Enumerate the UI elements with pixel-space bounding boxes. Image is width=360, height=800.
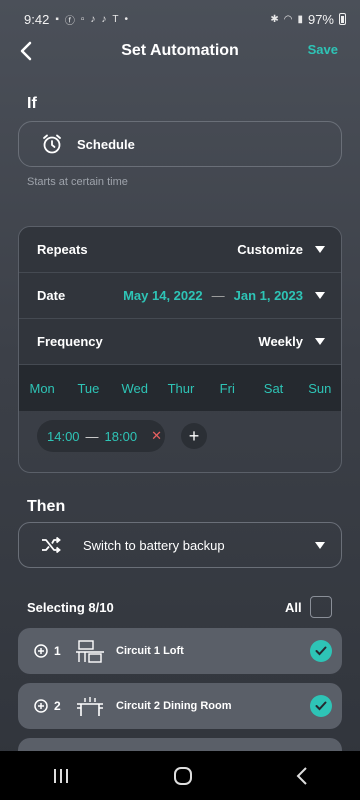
add-circle-icon[interactable]	[34, 699, 48, 713]
plus-icon: +	[188, 425, 200, 446]
message-icon: ▪	[55, 13, 59, 25]
trigger-label: Schedule	[77, 136, 135, 152]
trigger-selector[interactable]: Schedule	[18, 121, 342, 167]
header: Set Automation Save	[0, 38, 360, 64]
signal-icon: ▮	[297, 13, 303, 25]
dining-table-icon	[74, 693, 106, 719]
system-back-icon[interactable]	[296, 766, 308, 785]
repeats-value: Customize	[237, 242, 303, 257]
trigger-hint: Starts at certain time	[27, 176, 128, 188]
date-separator: —	[211, 288, 225, 303]
back-arrow-icon	[20, 41, 32, 61]
day-fri[interactable]: Fri	[204, 381, 250, 396]
back-button[interactable]	[20, 38, 44, 64]
facebook-icon: ⓕ	[64, 15, 75, 27]
date-start[interactable]: May 14, 2022	[123, 288, 203, 303]
home-icon[interactable]	[173, 766, 193, 786]
circuit-checkbox[interactable]	[310, 695, 332, 717]
time-end: 18:00	[104, 428, 138, 444]
add-time-button[interactable]: +	[181, 423, 207, 449]
status-bar: 9:42 ▪ ⓕ ▫ ♪ ♪ T • ✱ ◠ ▮ 97%	[0, 0, 360, 38]
day-thur[interactable]: Thur	[158, 381, 204, 396]
time-start: 14:00	[47, 428, 80, 444]
circuit-checkbox[interactable]	[310, 640, 332, 662]
alarm-clock-icon	[43, 134, 61, 154]
add-circle-icon[interactable]	[34, 644, 48, 658]
circuit-name: Circuit 2 Dining Room	[116, 700, 232, 712]
circuit-row[interactable]: 1 Circuit 1 Loft	[18, 628, 342, 674]
day-mon[interactable]: Mon	[19, 381, 65, 396]
circuit-number: 1	[54, 644, 61, 658]
date-end[interactable]: Jan 1, 2023	[234, 288, 303, 303]
action-selector[interactable]: Switch to battery backup	[18, 522, 342, 568]
dropdown-arrow-icon	[315, 338, 325, 345]
checkmark-icon	[315, 646, 327, 656]
checkmark-icon	[315, 701, 327, 711]
time-slot[interactable]: 14:00 — 18:00 ✕	[37, 420, 165, 452]
bluetooth-icon: ✱	[270, 13, 279, 25]
frequency-value: Weekly	[258, 334, 303, 349]
save-button[interactable]: Save	[308, 42, 338, 57]
wifi-icon: ◠	[283, 13, 293, 25]
day-selector: Mon Tue Wed Thur Fri Sat Sun	[19, 365, 341, 411]
dropdown-arrow-icon	[315, 246, 325, 253]
date-row[interactable]: Date May 14, 2022 — Jan 1, 2023	[19, 273, 341, 319]
repeats-row[interactable]: Repeats Customize	[19, 227, 341, 273]
remove-time-icon[interactable]: ✕	[151, 428, 162, 444]
action-label: Switch to battery backup	[83, 537, 225, 553]
selection-count: Selecting 8/10	[27, 600, 114, 615]
recent-apps-icon[interactable]	[52, 768, 70, 784]
more-notifications-icon: •	[124, 13, 129, 25]
dropdown-arrow-icon	[315, 292, 325, 299]
then-section-title: Then	[27, 498, 66, 515]
status-left: 9:42 ▪ ⓕ ▫ ♪ ♪ T •	[24, 12, 128, 27]
time-separator: —	[85, 428, 99, 444]
day-tue[interactable]: Tue	[65, 381, 111, 396]
page-title: Set Automation	[121, 42, 239, 59]
frequency-row[interactable]: Frequency Weekly	[19, 319, 341, 365]
system-nav-bar	[0, 751, 360, 800]
tiktok-icon: ♪	[90, 13, 96, 25]
status-right: ✱ ◠ ▮ 97%	[270, 12, 346, 27]
select-all-label: All	[285, 600, 302, 615]
battery-icon	[339, 13, 346, 25]
if-section-title: If	[27, 95, 37, 112]
date-label: Date	[37, 288, 66, 303]
shuffle-icon	[42, 537, 61, 553]
app-icon: ▫	[80, 13, 85, 25]
circuit-number: 2	[54, 699, 61, 713]
tmobile-icon: T	[112, 13, 119, 25]
tiktok-icon-2: ♪	[101, 13, 107, 25]
frequency-label: Frequency	[37, 334, 103, 349]
dropdown-arrow-icon	[315, 541, 325, 549]
battery-level: 97%	[307, 11, 334, 27]
status-time: 9:42	[24, 11, 50, 27]
day-wed[interactable]: Wed	[112, 381, 158, 396]
select-all-checkbox[interactable]	[310, 596, 332, 618]
loft-icon	[74, 638, 106, 664]
schedule-card: Repeats Customize Date May 14, 2022 — Ja…	[18, 226, 342, 473]
day-sat[interactable]: Sat	[250, 381, 296, 396]
circuit-name: Circuit 1 Loft	[116, 645, 184, 657]
circuit-row[interactable]: 2 Circuit 2 Dining Room	[18, 683, 342, 729]
day-sun[interactable]: Sun	[297, 381, 341, 396]
repeats-label: Repeats	[37, 242, 88, 257]
